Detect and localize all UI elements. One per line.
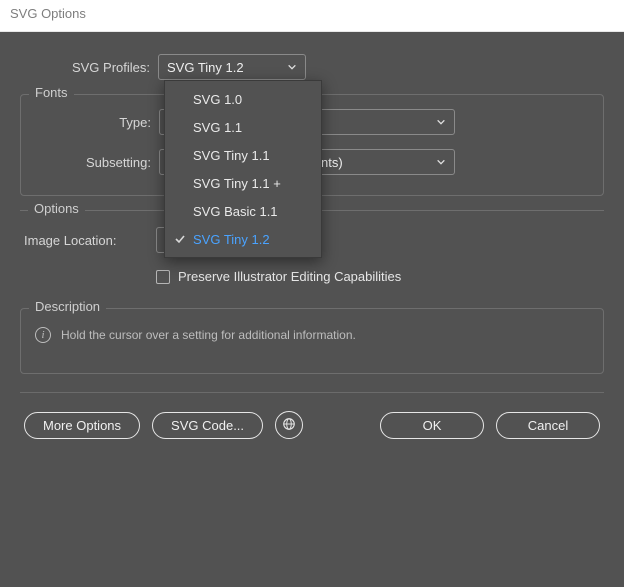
- button-row: More Options SVG Code... OK Cancel: [12, 411, 612, 457]
- fonts-type-label: Type:: [33, 115, 159, 130]
- description-hint: Hold the cursor over a setting for addit…: [61, 328, 356, 342]
- dropdown-item-label: SVG 1.0: [193, 92, 242, 107]
- description-fieldset: Description i Hold the cursor over a set…: [20, 308, 604, 374]
- dialog-body: SVG Profiles: SVG Tiny 1.2 Fonts Type:: [0, 32, 624, 587]
- divider: [20, 392, 604, 393]
- svg-options-dialog: SVG Options SVG Profiles: SVG Tiny 1.2 F…: [0, 0, 624, 587]
- fonts-subsetting-value-fragment: nts): [321, 155, 343, 170]
- dropdown-item-label: SVG Tiny 1.2: [193, 232, 270, 247]
- dropdown-item[interactable]: SVG 1.0: [165, 85, 321, 113]
- svg-profiles-value: SVG Tiny 1.2: [167, 60, 244, 75]
- fonts-subsetting-label: Subsetting:: [33, 155, 159, 170]
- titlebar: SVG Options: [0, 0, 624, 32]
- svg-code-button[interactable]: SVG Code...: [152, 412, 263, 439]
- svg-profiles-dropdown[interactable]: SVG 1.0 SVG 1.1 SVG Tiny 1.1 SVG Tiny 1.…: [164, 80, 322, 258]
- dropdown-item-selected[interactable]: SVG Tiny 1.2: [165, 225, 321, 253]
- description-legend: Description: [29, 299, 106, 314]
- check-icon: [173, 233, 187, 245]
- dropdown-item[interactable]: SVG Tiny 1.1 +: [165, 169, 321, 197]
- dropdown-item-label: SVG Tiny 1.1 +: [193, 176, 281, 191]
- dropdown-item-label: SVG Tiny 1.1: [193, 148, 270, 163]
- image-location-label: Image Location:: [24, 233, 156, 248]
- fonts-legend: Fonts: [29, 85, 74, 100]
- description-hint-row: i Hold the cursor over a setting for add…: [35, 327, 589, 343]
- preserve-label: Preserve Illustrator Editing Capabilitie…: [178, 269, 401, 284]
- more-options-button[interactable]: More Options: [24, 412, 140, 439]
- chevron-down-icon: [436, 157, 446, 167]
- preview-web-button[interactable]: [275, 411, 303, 439]
- globe-icon: [282, 417, 296, 434]
- window-title: SVG Options: [10, 6, 86, 21]
- dropdown-item-label: SVG Basic 1.1: [193, 204, 278, 219]
- options-legend: Options: [28, 201, 85, 216]
- svg-profiles-row: SVG Profiles: SVG Tiny 1.2: [24, 54, 612, 80]
- dropdown-item[interactable]: SVG Basic 1.1: [165, 197, 321, 225]
- preserve-checkbox[interactable]: [156, 270, 170, 284]
- svg-profiles-select[interactable]: SVG Tiny 1.2: [158, 54, 306, 80]
- info-icon: i: [35, 327, 51, 343]
- ok-button[interactable]: OK: [380, 412, 484, 439]
- chevron-down-icon: [287, 62, 297, 72]
- dropdown-item[interactable]: SVG Tiny 1.1: [165, 141, 321, 169]
- svg-profiles-label: SVG Profiles:: [24, 60, 158, 75]
- dropdown-item[interactable]: SVG 1.1: [165, 113, 321, 141]
- dropdown-item-label: SVG 1.1: [193, 120, 242, 135]
- chevron-down-icon: [436, 117, 446, 127]
- cancel-button[interactable]: Cancel: [496, 412, 600, 439]
- preserve-capabilities-row[interactable]: Preserve Illustrator Editing Capabilitie…: [156, 269, 600, 284]
